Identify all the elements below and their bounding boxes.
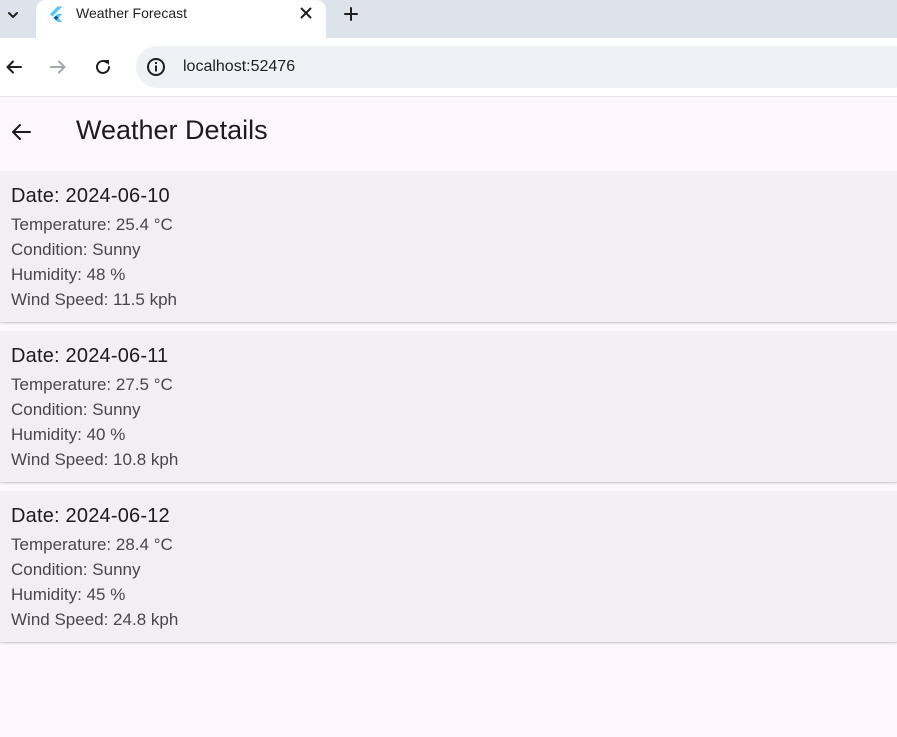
arrow-left-icon: [6, 60, 22, 74]
arrow-right-icon: [50, 60, 66, 74]
forecast-date: Date: 2024-06-10: [11, 185, 170, 207]
reload-icon: [96, 59, 110, 74]
forecast-card: Date: 2024-06-10 Temperature: 25.4 °C Co…: [0, 172, 897, 322]
forecast-condition: Condition: Sunny: [11, 400, 141, 419]
info-icon: [147, 58, 165, 76]
forecast-date: Date: 2024-06-11: [11, 345, 169, 367]
forecast-temperature: Temperature: 28.4 °C: [11, 535, 173, 554]
forecast-temperature: Temperature: 25.4 °C: [11, 215, 173, 234]
forecast-temperature: Temperature: 27.5 °C: [11, 375, 173, 394]
plus-icon: [344, 7, 358, 21]
forecast-card: Date: 2024-06-11 Temperature: 27.5 °C Co…: [0, 332, 897, 482]
browser-toolbar: localhost:52476: [0, 38, 897, 96]
new-tab-button[interactable]: [340, 3, 362, 25]
site-info-button[interactable]: [144, 55, 168, 79]
browser-tab-strip: Weather Forecast: [0, 0, 897, 38]
tab-close-button[interactable]: [296, 3, 316, 23]
address-bar[interactable]: localhost:52476: [136, 46, 897, 88]
forecast-humidity: Humidity: 45 %: [11, 585, 126, 604]
browser-reload-button[interactable]: [91, 55, 115, 79]
browser-tab[interactable]: Weather Forecast: [36, 0, 326, 38]
forecast-humidity: Humidity: 48 %: [11, 265, 126, 284]
forecast-humidity: Humidity: 40 %: [11, 425, 126, 444]
app-bar: Weather Details: [0, 97, 897, 167]
back-button[interactable]: [8, 119, 34, 145]
forecast-wind-speed: Wind Speed: 10.8 kph: [11, 450, 179, 469]
forecast-condition: Condition: Sunny: [11, 240, 141, 259]
forecast-wind-speed: Wind Speed: 11.5 kph: [11, 290, 178, 309]
forecast-date: Date: 2024-06-12: [11, 505, 170, 527]
tab-search-button[interactable]: [0, 0, 26, 30]
chevron-down-icon: [8, 12, 18, 18]
forecast-card: Date: 2024-06-12 Temperature: 28.4 °C Co…: [0, 492, 897, 642]
arrow-left-icon: [12, 124, 31, 140]
flutter-logo-icon: [50, 6, 63, 22]
forecast-condition: Condition: Sunny: [11, 560, 141, 579]
url-text[interactable]: localhost:52476: [183, 58, 295, 76]
forecast-wind-speed: Wind Speed: 24.8 kph: [11, 610, 179, 629]
browser-forward-button[interactable]: [46, 55, 70, 79]
page-title: Weather Details: [76, 115, 268, 145]
browser-back-button[interactable]: [2, 55, 26, 79]
close-icon: [300, 7, 312, 19]
tab-title: Weather Forecast: [76, 5, 188, 21]
